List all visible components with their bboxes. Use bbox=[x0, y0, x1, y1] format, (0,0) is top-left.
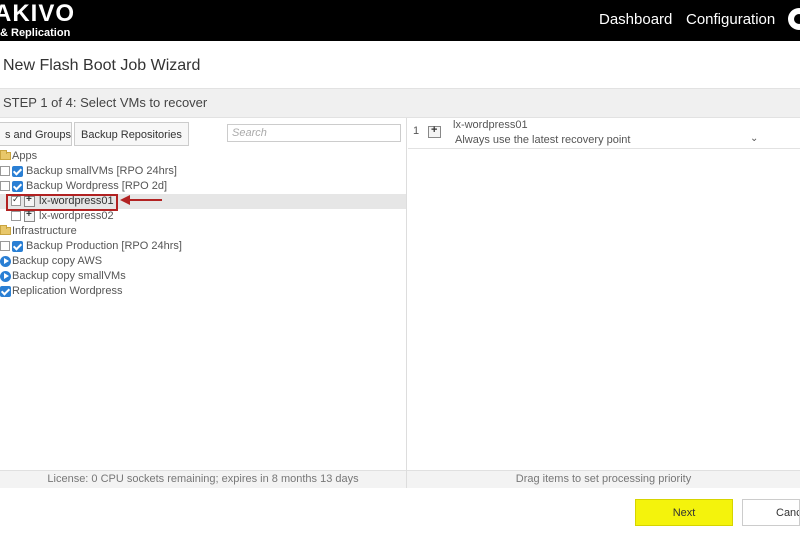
priority-hint: Drag items to set processing priority bbox=[407, 470, 800, 488]
priority-index: 1 bbox=[413, 125, 420, 137]
backup-job-icon bbox=[12, 181, 23, 192]
user-icon[interactable] bbox=[788, 8, 800, 30]
tree-item-backup-wordpress[interactable]: Backup Wordpress [RPO 2d] bbox=[0, 179, 406, 194]
tree-item-label: Backup smallVMs [RPO 24hrs] bbox=[26, 165, 177, 177]
wizard-title: New Flash Boot Job Wizard bbox=[3, 57, 201, 74]
tree-item-label: Replication Wordpress bbox=[12, 285, 123, 297]
backup-job-icon bbox=[12, 166, 23, 177]
tree-item-label: Infrastructure bbox=[12, 225, 77, 237]
vm-icon bbox=[24, 209, 35, 222]
tree-item-label: lx-wordpress02 bbox=[39, 210, 114, 222]
tree-item-replication-wordpress[interactable]: Replication Wordpress bbox=[0, 284, 406, 299]
folder-icon bbox=[0, 225, 11, 235]
search-input[interactable]: Search bbox=[227, 124, 401, 142]
tree-item-label: Backup Wordpress [RPO 2d] bbox=[26, 180, 168, 192]
step-bar: STEP 1 of 4: Select VMs to recover bbox=[0, 88, 800, 118]
tree-item-label: Backup Production [RPO 24hrs] bbox=[26, 240, 182, 252]
checkbox[interactable] bbox=[0, 166, 10, 176]
tab-backup-repositories[interactable]: Backup Repositories bbox=[74, 122, 189, 146]
selected-vm-name: lx-wordpress01 bbox=[453, 119, 528, 131]
highlight-box bbox=[6, 194, 118, 211]
next-button[interactable]: Next bbox=[635, 499, 733, 526]
replication-job-icon bbox=[0, 286, 11, 297]
tree-item-label: Backup copy AWS bbox=[12, 255, 103, 267]
step-title: STEP 1 of 4: Select VMs to recover bbox=[3, 95, 208, 110]
checkbox[interactable] bbox=[0, 241, 10, 251]
checkbox[interactable] bbox=[0, 181, 10, 191]
tree-item-label: Backup copy smallVMs bbox=[12, 270, 126, 282]
backup-job-icon bbox=[12, 241, 23, 252]
top-navigation-bar: AKIVO & Replication Dashboard Configurat… bbox=[0, 0, 800, 41]
tab-jobs-and-groups[interactable]: s and Groups bbox=[0, 122, 72, 146]
tree-item-lx-wordpress02[interactable]: lx-wordpress02 bbox=[0, 209, 406, 224]
backup-copy-icon bbox=[0, 271, 11, 282]
cancel-button[interactable]: Cancel bbox=[742, 499, 800, 526]
vm-icon bbox=[428, 124, 441, 138]
tree-item-backup-copy-aws[interactable]: Backup copy AWS bbox=[0, 254, 406, 269]
logo-text: AKIVO bbox=[0, 0, 76, 27]
nav-configuration[interactable]: Configuration bbox=[686, 11, 775, 28]
chevron-down-icon[interactable]: ⌄ bbox=[750, 133, 758, 144]
logo-subtext: & Replication bbox=[0, 27, 71, 39]
tree-item-infrastructure[interactable]: Infrastructure bbox=[0, 224, 406, 239]
tree-item-backup-production[interactable]: Backup Production [RPO 24hrs] bbox=[0, 239, 406, 254]
nav-dashboard[interactable]: Dashboard bbox=[599, 11, 672, 28]
tree-item-label: Apps bbox=[12, 150, 38, 162]
tree-item-backup-copy-smallvms[interactable]: Backup copy smallVMs bbox=[0, 269, 406, 284]
checkbox[interactable] bbox=[11, 211, 21, 221]
tree-item-backup-smallvms[interactable]: Backup smallVMs [RPO 24hrs] bbox=[0, 164, 406, 179]
recovery-point-select[interactable]: Always use the latest recovery point bbox=[455, 134, 630, 146]
backup-copy-icon bbox=[0, 256, 11, 267]
tree-item-apps[interactable]: Apps bbox=[0, 149, 406, 164]
folder-icon bbox=[0, 150, 11, 160]
red-arrow-icon bbox=[120, 195, 162, 205]
selected-items-panel bbox=[407, 118, 800, 488]
divider bbox=[408, 148, 800, 149]
license-status: License: 0 CPU sockets remaining; expire… bbox=[0, 470, 406, 488]
